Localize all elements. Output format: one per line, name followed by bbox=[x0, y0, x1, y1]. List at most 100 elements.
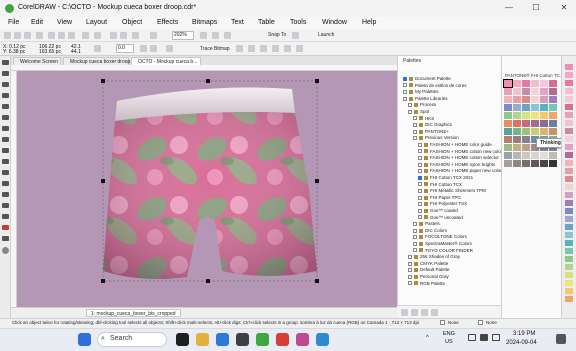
palette-tree-item[interactable]: My Palettes bbox=[403, 89, 439, 95]
color-swatch[interactable] bbox=[504, 96, 512, 103]
color-bar-swatch[interactable] bbox=[565, 224, 573, 230]
color-swatch[interactable] bbox=[513, 88, 521, 95]
paste-icon[interactable] bbox=[68, 32, 75, 39]
checked-checkbox-icon[interactable] bbox=[418, 175, 422, 180]
checkbox-icon[interactable] bbox=[418, 162, 422, 167]
guidelines-icon[interactable] bbox=[224, 32, 231, 39]
add-palette-icon[interactable] bbox=[401, 309, 408, 316]
color-swatch[interactable] bbox=[504, 144, 512, 151]
checkbox-icon[interactable] bbox=[403, 83, 407, 88]
freehand-tool-icon[interactable] bbox=[2, 104, 9, 109]
palette-tree-item[interactable]: Document Palette bbox=[403, 76, 451, 82]
palette-tree-item[interactable]: FHI Cotton TCX 2021 bbox=[418, 175, 473, 181]
text-tool-icon[interactable] bbox=[2, 159, 9, 164]
y-position-field[interactable]: Y: 6.38 pc bbox=[2, 49, 36, 56]
color-swatch[interactable] bbox=[531, 96, 539, 103]
palette-tree-item[interactable]: FHI Polyester TSX bbox=[418, 201, 467, 207]
coreldraw-taskbar-icon[interactable] bbox=[256, 333, 269, 346]
palette-tree-item[interactable]: Goe™ uncoated bbox=[418, 215, 463, 221]
trace-bitmap-button[interactable]: Trace Bitmap bbox=[200, 46, 230, 52]
menu-help[interactable]: Help bbox=[362, 19, 376, 26]
tab-mockup-cueca[interactable]: Mockup cueca boxer droop.cdr* bbox=[63, 57, 141, 65]
color-swatch[interactable] bbox=[513, 128, 521, 135]
parallel-dimension-tool-icon[interactable] bbox=[2, 170, 9, 175]
color-swatch[interactable] bbox=[549, 112, 557, 119]
menu-object[interactable]: Object bbox=[122, 19, 142, 26]
color-swatch[interactable] bbox=[549, 88, 557, 95]
snap-to-dropdown[interactable]: Snap To bbox=[268, 32, 286, 38]
color-swatch[interactable] bbox=[522, 128, 530, 135]
shape-tool-icon[interactable] bbox=[2, 71, 9, 76]
checkbox-icon[interactable] bbox=[418, 202, 422, 207]
color-swatch[interactable] bbox=[549, 152, 557, 159]
color-bar-swatch[interactable] bbox=[565, 104, 573, 110]
color-bar-swatch[interactable] bbox=[565, 88, 573, 94]
tab-octo-mockup[interactable]: OCTO - Mockup cueca b... bbox=[131, 57, 201, 65]
color-swatch[interactable] bbox=[504, 160, 512, 167]
color-bar-swatch[interactable] bbox=[565, 192, 573, 198]
color-bar-swatch[interactable] bbox=[565, 200, 573, 206]
color-swatch[interactable] bbox=[504, 136, 512, 143]
checkbox-icon[interactable] bbox=[408, 103, 412, 108]
color-swatch[interactable] bbox=[540, 96, 548, 103]
color-swatch[interactable] bbox=[504, 128, 512, 135]
palette-tree-item[interactable]: FHI Cotton TCX bbox=[418, 182, 462, 188]
input-language[interactable]: ENG bbox=[443, 331, 455, 337]
export-palette-icon[interactable] bbox=[421, 309, 428, 316]
color-bar-swatch[interactable] bbox=[565, 256, 573, 262]
color-swatch[interactable] bbox=[540, 112, 548, 119]
palette-tree-item[interactable]: FASHION + HOME nylon brights bbox=[418, 162, 495, 168]
menu-text[interactable]: Text bbox=[231, 19, 244, 26]
palette-tree-item[interactable]: Palette Libraries bbox=[403, 96, 448, 102]
checkbox-icon[interactable] bbox=[418, 142, 422, 147]
color-swatch[interactable] bbox=[513, 136, 521, 143]
color-bar-swatch[interactable] bbox=[565, 248, 573, 254]
menu-edit[interactable]: Edit bbox=[31, 19, 43, 26]
redo-icon[interactable] bbox=[94, 32, 101, 39]
palette-tree-item[interactable]: SpectraMaster® Colors bbox=[413, 241, 472, 247]
color-swatch[interactable] bbox=[504, 152, 512, 159]
tab-welcome-screen[interactable]: Welcome Screen bbox=[13, 57, 61, 65]
fill-indicator-icon[interactable] bbox=[440, 320, 445, 325]
palette-tree-item[interactable]: FHI Paper TPG bbox=[418, 195, 461, 201]
color-swatch[interactable] bbox=[503, 79, 513, 88]
undo-icon[interactable] bbox=[82, 32, 89, 39]
height-field[interactable]: 163.65 pc bbox=[38, 49, 66, 56]
color-bar-swatch[interactable] bbox=[565, 112, 573, 118]
color-bar-swatch[interactable] bbox=[565, 280, 573, 286]
minimize-button[interactable]: — bbox=[500, 2, 518, 14]
menu-table[interactable]: Table bbox=[258, 19, 275, 26]
checkbox-icon[interactable] bbox=[413, 136, 417, 141]
palette-tree-item[interactable]: Default Palette bbox=[408, 267, 450, 273]
palette-tree-item[interactable]: Spot bbox=[408, 109, 429, 115]
clock-time[interactable]: 3:19 PM bbox=[513, 331, 535, 337]
color-bar-swatch[interactable] bbox=[565, 160, 573, 166]
menu-view[interactable]: View bbox=[57, 19, 72, 26]
color-bar-swatch[interactable] bbox=[565, 168, 573, 174]
color-swatch[interactable] bbox=[540, 120, 548, 127]
publish-pdf-icon[interactable] bbox=[132, 32, 139, 39]
zoom-level-field[interactable]: 202% bbox=[172, 31, 194, 40]
launch-dropdown[interactable]: Launch bbox=[318, 32, 334, 38]
palette-tree-item[interactable]: TOYO COLOR FINDER bbox=[413, 248, 473, 254]
color-swatch[interactable] bbox=[513, 144, 521, 151]
photo-app-icon[interactable] bbox=[296, 333, 309, 346]
notifications-icon[interactable] bbox=[556, 334, 566, 344]
color-bar-swatch[interactable] bbox=[565, 288, 573, 294]
menu-tools[interactable]: Tools bbox=[290, 19, 306, 26]
color-swatch[interactable] bbox=[540, 152, 548, 159]
color-bar-swatch[interactable] bbox=[565, 136, 573, 142]
polygon-tool-icon[interactable] bbox=[2, 148, 9, 153]
color-swatch[interactable] bbox=[522, 88, 530, 95]
resample-icon[interactable] bbox=[248, 45, 255, 52]
page-tab[interactable]: 1: mockup_cueca_boxer_bis_cropped bbox=[86, 309, 181, 317]
checkbox-icon[interactable] bbox=[403, 96, 407, 101]
options-gear-icon[interactable] bbox=[292, 32, 299, 39]
menu-window[interactable]: Window bbox=[322, 19, 347, 26]
checkbox-icon[interactable] bbox=[413, 123, 417, 127]
color-swatch[interactable] bbox=[549, 160, 557, 167]
wrap-text-icon[interactable] bbox=[296, 45, 303, 52]
color-swatch[interactable] bbox=[549, 96, 557, 103]
crop-bitmap-icon[interactable] bbox=[236, 45, 243, 52]
color-swatch[interactable] bbox=[504, 112, 512, 119]
